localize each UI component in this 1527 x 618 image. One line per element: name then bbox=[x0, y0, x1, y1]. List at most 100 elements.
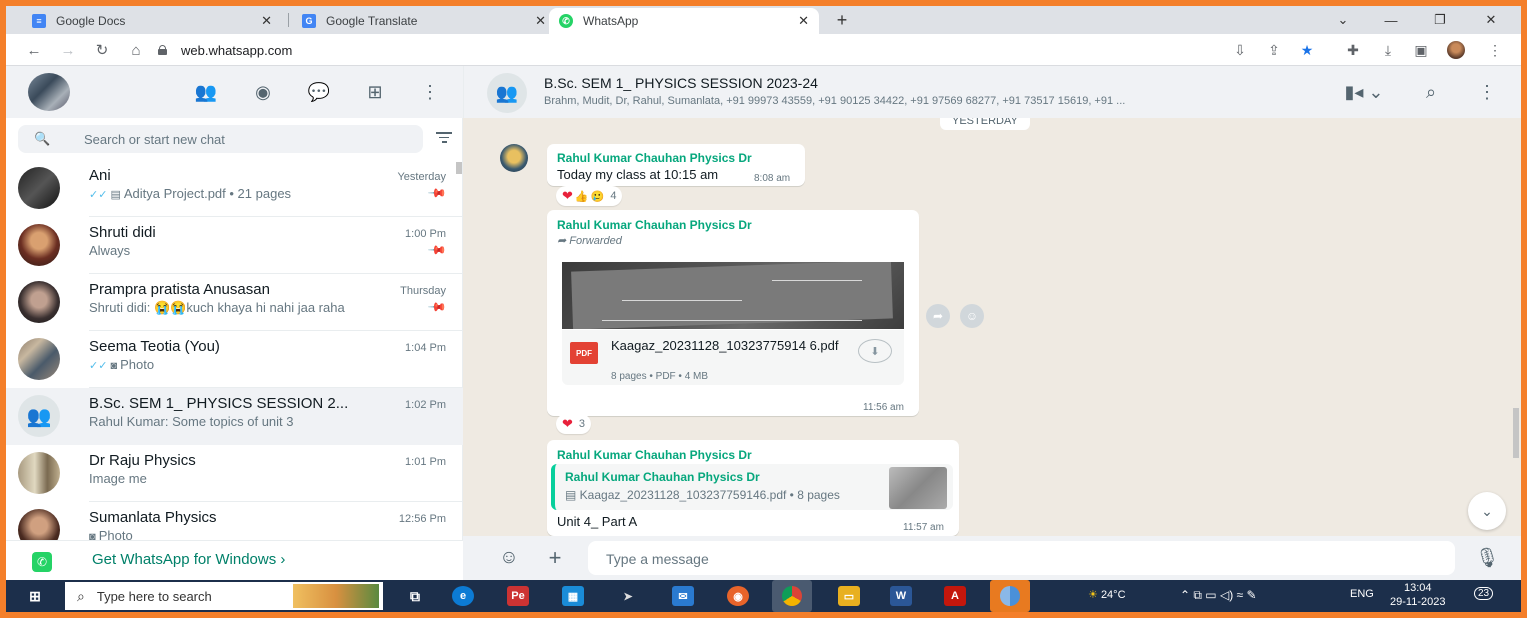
pin-icon: 📌 bbox=[427, 239, 448, 261]
message-bubble[interactable]: Rahul Kumar Chauhan Physics Dr Today my … bbox=[547, 144, 805, 186]
get-whatsapp-banner[interactable]: ✆ Get WhatsApp for Windows › bbox=[6, 540, 463, 580]
menu-icon[interactable]: ⋮ bbox=[418, 80, 442, 104]
react-emoji-button[interactable]: ☺ bbox=[960, 304, 984, 328]
pe-app-icon[interactable]: Pe bbox=[507, 586, 529, 606]
sidebar-scrollbar[interactable] bbox=[456, 162, 462, 174]
downloads-icon[interactable]: ⤓ bbox=[1379, 41, 1397, 59]
firefox-icon[interactable]: ◉ bbox=[727, 586, 749, 606]
tab-google-translate[interactable]: G Google Translate ✕ bbox=[292, 8, 556, 34]
download-icon[interactable]: ⬇ bbox=[858, 339, 892, 363]
bookmark-star-icon[interactable]: ★ bbox=[1298, 41, 1316, 59]
mail-icon[interactable]: ✉ bbox=[672, 586, 694, 606]
notifications-icon[interactable]: 23 bbox=[1474, 587, 1494, 600]
chrome-profile-icon[interactable] bbox=[990, 580, 1030, 612]
message-text: Unit 4_ Part A bbox=[557, 514, 638, 529]
chat-time: 1:02 Pm bbox=[405, 399, 446, 411]
side-panel-icon[interactable]: ▣ bbox=[1412, 41, 1430, 59]
forward-button[interactable]: ➦ bbox=[926, 304, 950, 328]
word-icon[interactable]: W bbox=[890, 586, 912, 606]
weather-widget[interactable]: ☀ 24°C bbox=[1088, 588, 1126, 601]
file-explorer-icon[interactable]: ▭ bbox=[838, 586, 860, 606]
chat-item-bsc-physics[interactable]: 👥 B.Sc. SEM 1_ PHYSICS SESSION 2... Rahu… bbox=[6, 388, 463, 445]
document-attachment[interactable]: PDF Kaagaz_20231128_10323775914 6.pdf 8 … bbox=[562, 330, 904, 385]
my-avatar[interactable] bbox=[28, 73, 70, 111]
video-call-icon[interactable]: ▮◂ ⌄ bbox=[1342, 80, 1386, 104]
close-tab-icon[interactable]: ✕ bbox=[261, 13, 272, 29]
reload-icon[interactable]: ↻ bbox=[92, 40, 112, 60]
attach-plus-icon[interactable]: + bbox=[543, 545, 567, 570]
install-app-icon[interactable]: ⇩ bbox=[1231, 41, 1249, 59]
reactions[interactable]: ❤ 👍 🥲 4 bbox=[556, 186, 623, 206]
acrobat-icon[interactable]: A bbox=[944, 586, 966, 606]
heart-icon: ❤ bbox=[562, 416, 573, 431]
chat-item-prampra[interactable]: Prampra pratista Anusasan Shruti didi: 😭… bbox=[6, 274, 463, 331]
message-bubble[interactable]: Rahul Kumar Chauhan Physics Dr ➦ Forward… bbox=[547, 210, 919, 416]
chat-time: 1:01 Pm bbox=[405, 456, 446, 468]
clock[interactable]: 13:04 29-11-2023 bbox=[1390, 581, 1445, 609]
double-tick-icon: ✓✓ bbox=[89, 189, 108, 201]
tab-search-icon[interactable]: ⌄ bbox=[1320, 6, 1366, 34]
document-preview-image[interactable] bbox=[562, 262, 904, 329]
message-input[interactable]: Type a message bbox=[588, 541, 1455, 575]
camera-icon: ◙ bbox=[89, 531, 99, 540]
share-icon[interactable]: ⇪ bbox=[1265, 41, 1283, 59]
chrome-icon[interactable] bbox=[772, 580, 812, 612]
chat-item-sumanlata[interactable]: Sumanlata Physics ◙ Photo 12:56 Pm bbox=[6, 502, 463, 540]
search-input[interactable]: 🔍 Search or start new chat bbox=[18, 125, 423, 153]
reactions[interactable]: ❤ 3 bbox=[556, 414, 592, 434]
browser-menu-icon[interactable]: ⋮ bbox=[1486, 41, 1504, 59]
get-whatsapp-link[interactable]: Get WhatsApp for Windows › bbox=[92, 551, 285, 568]
status-icon[interactable]: ◉ bbox=[251, 80, 275, 104]
browser-tab-strip: ≡ Google Docs ✕ G Google Translate ✕ ✆ W… bbox=[6, 6, 1521, 34]
menu-icon[interactable]: ⋮ bbox=[1475, 80, 1499, 104]
group-avatar-icon[interactable]: 👥 bbox=[487, 73, 527, 113]
conversation-header[interactable]: 👥 B.Sc. SEM 1_ PHYSICS SESSION 2023-24 B… bbox=[463, 66, 1521, 118]
minimize-icon[interactable]: — bbox=[1368, 6, 1414, 34]
close-tab-icon[interactable]: ✕ bbox=[798, 13, 809, 29]
sender-name[interactable]: Rahul Kumar Chauhan Physics Dr bbox=[557, 448, 752, 462]
message-bubble[interactable]: Rahul Kumar Chauhan Physics Dr Rahul Kum… bbox=[547, 440, 959, 536]
message-time: 11:56 am bbox=[863, 402, 904, 413]
search-icon[interactable]: ⌕ bbox=[1419, 80, 1443, 104]
tab-whatsapp[interactable]: ✆ WhatsApp ✕ bbox=[549, 8, 819, 34]
group-members: Brahm, Mudit, Dr, Rahul, Sumanlata, +91 … bbox=[544, 95, 1126, 107]
chat-item-shruti-didi[interactable]: Shruti didi Always 1:00 Pm 📌 bbox=[6, 217, 463, 274]
store-icon[interactable]: ▦ bbox=[562, 586, 584, 606]
camera-icon: ◙ bbox=[110, 360, 121, 372]
sender-avatar[interactable] bbox=[500, 144, 528, 172]
communities-icon[interactable]: 👥 bbox=[194, 80, 218, 104]
new-tab-icon[interactable]: + bbox=[819, 6, 865, 34]
back-icon[interactable]: ← bbox=[24, 40, 44, 60]
chat-item-ani[interactable]: Ani ✓✓ ▤ Aditya Project.pdf • 21 pages Ye… bbox=[6, 160, 463, 217]
taskbar-search[interactable]: ⌕ Type here to search bbox=[65, 582, 383, 610]
chat-item-dr-raju[interactable]: Dr Raju Physics Image me 1:01 Pm bbox=[6, 445, 463, 502]
sender-name[interactable]: Rahul Kumar Chauhan Physics Dr bbox=[557, 151, 752, 165]
channels-icon[interactable]: 💬 bbox=[307, 80, 331, 104]
forward-icon[interactable]: → bbox=[58, 40, 78, 60]
scroll-down-button[interactable]: ⌄ bbox=[1468, 492, 1506, 530]
chat-item-seema[interactable]: Seema Teotia (You) ✓✓ ◙ Photo 1:04 Pm bbox=[6, 331, 463, 388]
language-indicator[interactable]: ENG bbox=[1350, 588, 1374, 600]
sender-name[interactable]: Rahul Kumar Chauhan Physics Dr bbox=[557, 218, 752, 232]
quoted-message[interactable]: Rahul Kumar Chauhan Physics Dr ▤ Kaagaz_… bbox=[551, 464, 953, 510]
home-icon[interactable]: ⌂ bbox=[126, 40, 146, 60]
tray-icons[interactable]: ⌃ ⧉ ▭ ◁) ≈ ✎ bbox=[1180, 588, 1257, 603]
extensions-icon[interactable]: ✚ bbox=[1344, 41, 1362, 59]
address-bar[interactable]: web.whatsapp.com bbox=[158, 38, 1308, 62]
microphone-icon[interactable]: 🎙 bbox=[1475, 546, 1499, 570]
conversation-scrollbar[interactable] bbox=[1513, 408, 1519, 458]
avatar bbox=[18, 338, 60, 380]
new-chat-icon[interactable]: ⊞ bbox=[363, 80, 387, 104]
edge-icon[interactable]: e bbox=[452, 586, 474, 606]
filter-icon[interactable] bbox=[436, 132, 452, 144]
close-window-icon[interactable]: ✕ bbox=[1468, 6, 1514, 34]
restore-icon[interactable]: ❐ bbox=[1417, 6, 1463, 34]
task-view-icon[interactable]: ⧉ bbox=[404, 586, 426, 606]
emoji-icon[interactable]: ☺ bbox=[497, 546, 521, 570]
chat-name: Shruti didi bbox=[89, 224, 156, 241]
close-tab-icon[interactable]: ✕ bbox=[535, 13, 546, 29]
tab-google-docs[interactable]: ≡ Google Docs ✕ bbox=[22, 8, 282, 34]
profile-avatar[interactable] bbox=[1447, 41, 1465, 59]
windows-start-icon[interactable]: ⊞ bbox=[24, 586, 46, 606]
app-icon[interactable]: ➤ bbox=[617, 586, 639, 606]
